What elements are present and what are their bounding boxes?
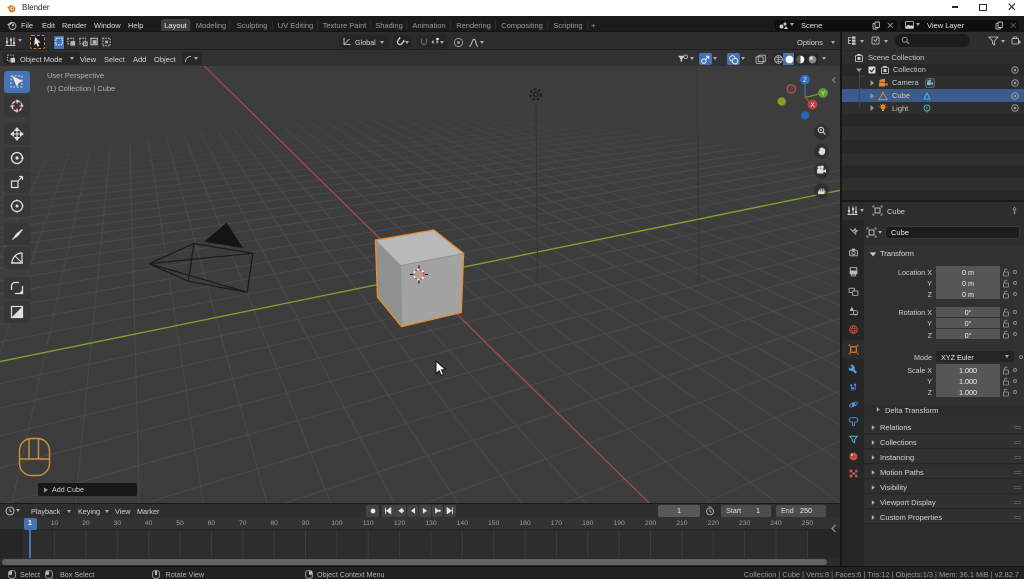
svg-text:Z: Z [803, 77, 807, 84]
svg-text:X: X [810, 102, 815, 109]
svg-text:Y: Y [821, 91, 826, 98]
